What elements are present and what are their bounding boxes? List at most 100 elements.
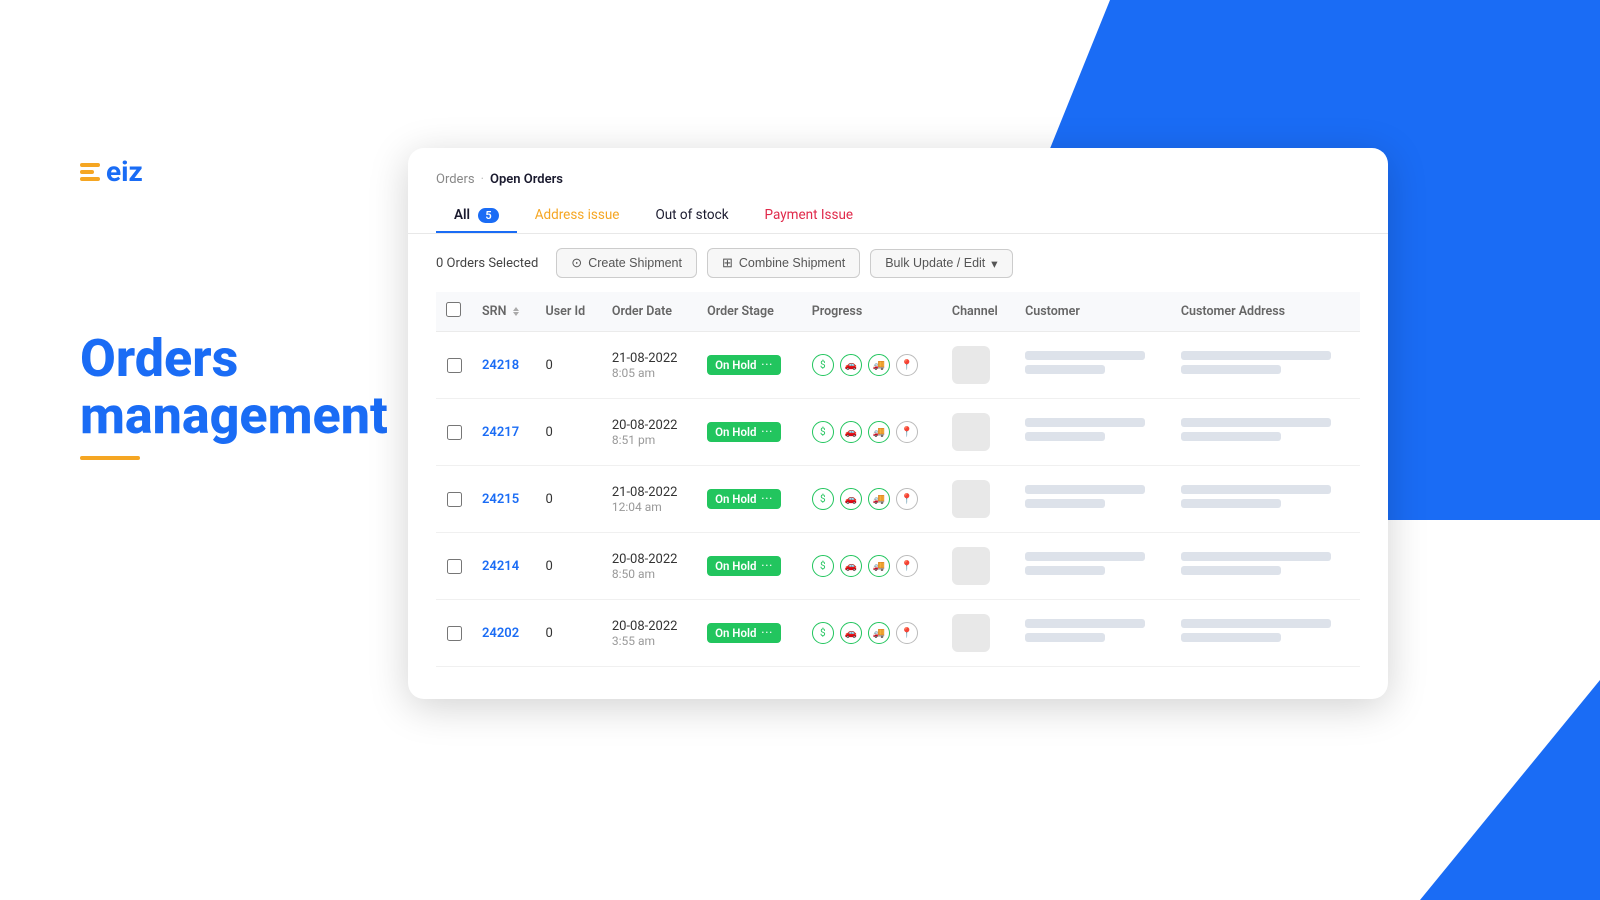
row-checkbox-cell [436,600,472,667]
progress-car-24217: 🚗 [840,421,862,443]
row-date-24202: 20-08-2022 3:55 am [602,600,697,667]
select-all-checkbox[interactable] [446,302,461,317]
row-userid-24218: 0 [536,332,602,399]
hero-line1: Orders [80,330,388,387]
channel-image-24215 [952,480,990,518]
row-address-24214 [1171,533,1360,600]
tab-payment-issue[interactable]: Payment Issue [747,199,872,233]
col-channel: Channel [942,292,1015,332]
row-checkbox-24217[interactable] [447,425,462,440]
row-progress-24202: $ 🚗 🚚 📍 [802,600,942,667]
row-checkbox-cell [436,466,472,533]
row-stage-24218: On Hold ··· [697,332,802,399]
progress-pin-24217: 📍 [896,421,918,443]
progress-car-24218: 🚗 [840,354,862,376]
logo-bar-1 [80,163,100,167]
toolbar: 0 Orders Selected ⊙ Create Shipment ⊞ Co… [408,234,1388,292]
tab-all[interactable]: All 5 [436,199,517,233]
row-progress-24215: $ 🚗 🚚 📍 [802,466,942,533]
srn-link-24218[interactable]: 24218 [482,358,519,373]
dropdown-arrow-icon: ▾ [991,256,997,271]
row-channel-24202 [942,600,1015,667]
on-hold-badge-24218: On Hold ··· [707,355,781,375]
srn-link-24202[interactable]: 24202 [482,626,519,641]
row-customer-24217 [1015,399,1171,466]
row-stage-24215: On Hold ··· [697,466,802,533]
col-order-stage: Order Stage [697,292,802,332]
tab-all-badge: 5 [478,208,498,223]
row-srn-24218: 24218 [472,332,536,399]
breadcrumb-current: Open Orders [490,172,563,187]
progress-car-24214: 🚗 [840,555,862,577]
row-stage-24217: On Hold ··· [697,399,802,466]
table-row: 24218 0 21-08-2022 8:05 am On Hold ··· $… [436,332,1360,399]
row-address-24217 [1171,399,1360,466]
combine-shipment-icon: ⊞ [722,255,733,271]
progress-pin-24218: 📍 [896,354,918,376]
col-customer: Customer [1015,292,1171,332]
row-checkbox-24214[interactable] [447,559,462,574]
logo-area: eiz [80,155,143,188]
row-userid-24215: 0 [536,466,602,533]
srn-link-24215[interactable]: 24215 [482,492,519,507]
channel-image-24214 [952,547,990,585]
on-hold-badge-24217: On Hold ··· [707,422,781,442]
srn-link-24217[interactable]: 24217 [482,425,519,440]
logo: eiz [80,155,143,188]
main-panel: Orders · Open Orders All 5 Address issue… [408,148,1388,699]
tab-out-of-stock[interactable]: Out of stock [637,199,746,233]
bg-decoration-bottom-right [1300,680,1600,900]
channel-image-24217 [952,413,990,451]
table-row: 24215 0 21-08-2022 12:04 am On Hold ··· … [436,466,1360,533]
on-hold-badge-24215: On Hold ··· [707,489,781,509]
row-channel-24215 [942,466,1015,533]
row-checkbox-24218[interactable] [447,358,462,373]
progress-dollar-24218: $ [812,354,834,376]
row-userid-24202: 0 [536,600,602,667]
row-address-24202 [1171,600,1360,667]
orders-table: SRN User Id Order Date Order Stage [436,292,1360,667]
hero-text: Orders management [80,330,388,460]
channel-image-24218 [952,346,990,384]
hero-underline [80,456,140,460]
row-userid-24217: 0 [536,399,602,466]
srn-sort-icon[interactable] [513,307,519,316]
logo-icon [80,163,100,181]
row-stage-24214: On Hold ··· [697,533,802,600]
create-shipment-icon: ⊙ [571,255,582,271]
row-customer-24202 [1015,600,1171,667]
row-customer-24215 [1015,466,1171,533]
progress-dollar-24202: $ [812,622,834,644]
row-channel-24217 [942,399,1015,466]
bulk-update-button[interactable]: Bulk Update / Edit ▾ [870,249,1012,278]
row-checkbox-24215[interactable] [447,492,462,507]
channel-image-24202 [952,614,990,652]
progress-pin-24215: 📍 [896,488,918,510]
row-userid-24214: 0 [536,533,602,600]
row-srn-24217: 24217 [472,399,536,466]
srn-link-24214[interactable]: 24214 [482,559,519,574]
progress-pin-24214: 📍 [896,555,918,577]
create-shipment-button[interactable]: ⊙ Create Shipment [556,248,697,278]
row-channel-24218 [942,332,1015,399]
breadcrumb: Orders · Open Orders [408,172,1388,199]
progress-dollar-24214: $ [812,555,834,577]
row-srn-24215: 24215 [472,466,536,533]
combine-shipment-button[interactable]: ⊞ Combine Shipment [707,248,860,278]
selected-label: 0 Orders Selected [436,256,538,271]
row-progress-24214: $ 🚗 🚚 📍 [802,533,942,600]
col-order-date: Order Date [602,292,697,332]
row-date-24218: 21-08-2022 8:05 am [602,332,697,399]
table-row: 24202 0 20-08-2022 3:55 am On Hold ··· $… [436,600,1360,667]
table-row: 24214 0 20-08-2022 8:50 am On Hold ··· $… [436,533,1360,600]
row-checkbox-24202[interactable] [447,626,462,641]
row-checkbox-cell [436,399,472,466]
progress-dollar-24217: $ [812,421,834,443]
row-stage-24202: On Hold ··· [697,600,802,667]
hero-line2: management [80,387,388,444]
row-customer-24214 [1015,533,1171,600]
col-userid: User Id [536,292,602,332]
tab-address-issue[interactable]: Address issue [517,199,638,233]
breadcrumb-parent[interactable]: Orders [436,172,475,187]
progress-truck-24217: 🚚 [868,421,890,443]
